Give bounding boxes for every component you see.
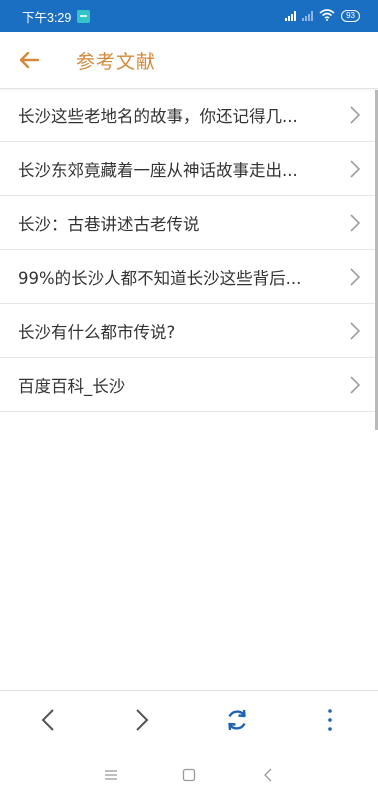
chevron-left-icon <box>41 709 54 731</box>
app-notification-icon <box>77 9 91 23</box>
status-bar: 下午3:29 93 <box>0 0 378 32</box>
reference-label: 长沙东郊竟藏着一座从神话故事走出... <box>18 160 298 180</box>
reference-label: 百度百科_长沙 <box>18 376 126 396</box>
reference-label: 长沙有什么都市传说? <box>18 322 176 342</box>
wifi-icon <box>319 8 335 24</box>
nav-forward-button[interactable] <box>127 705 157 735</box>
arrow-left-icon <box>19 51 40 69</box>
battery-indicator: 93 <box>341 10 360 22</box>
chevron-right-icon <box>350 160 361 178</box>
reference-label: 长沙：古巷讲述古老传说 <box>18 214 200 234</box>
refresh-icon <box>228 709 246 731</box>
chevron-right-icon <box>136 709 149 731</box>
reference-label: 长沙这些老地名的故事，你还记得几... <box>18 106 298 126</box>
reference-item[interactable]: 长沙有什么都市传说? <box>0 304 378 358</box>
status-indicators: 93 <box>285 8 360 24</box>
reference-item[interactable]: 99%的长沙人都不知道长沙这些背后... <box>0 250 378 304</box>
more-vertical-icon <box>328 709 332 731</box>
chevron-right-icon <box>350 268 361 286</box>
reference-list: 长沙这些老地名的故事，你还记得几... 长沙东郊竟藏着一座从神话故事走出... … <box>0 88 378 412</box>
chevron-right-icon <box>350 376 361 394</box>
page-title: 参考文献 <box>76 51 157 73</box>
chevron-right-icon <box>350 106 361 124</box>
system-home-button[interactable] <box>179 765 199 785</box>
chevron-right-icon <box>350 214 361 232</box>
reference-label: 99%的长沙人都不知道长沙这些背后... <box>18 268 302 288</box>
reference-item[interactable]: 长沙这些老地名的故事，你还记得几... <box>0 88 378 142</box>
back-triangle-icon <box>264 768 272 782</box>
nav-back-button[interactable] <box>33 705 63 735</box>
more-options-button[interactable] <box>315 705 345 735</box>
chevron-right-icon <box>350 322 361 340</box>
refresh-button[interactable] <box>222 705 252 735</box>
cellular-signal-2-icon <box>302 11 314 21</box>
bottom-toolbar <box>0 690 378 749</box>
system-nav-bar <box>0 748 378 800</box>
back-button[interactable] <box>14 46 44 74</box>
menu-icon <box>105 770 117 780</box>
reference-item[interactable]: 长沙东郊竟藏着一座从神话故事走出... <box>0 142 378 196</box>
reference-item[interactable]: 百度百科_长沙 <box>0 358 378 412</box>
system-menu-button[interactable] <box>101 765 121 785</box>
system-back-button[interactable] <box>258 765 278 785</box>
reference-item[interactable]: 长沙：古巷讲述古老传说 <box>0 196 378 250</box>
status-time: 下午3:29 <box>22 10 72 25</box>
home-square-icon <box>182 768 196 782</box>
cellular-signal-icon <box>285 11 297 21</box>
app-header: 参考文献 <box>0 32 378 89</box>
